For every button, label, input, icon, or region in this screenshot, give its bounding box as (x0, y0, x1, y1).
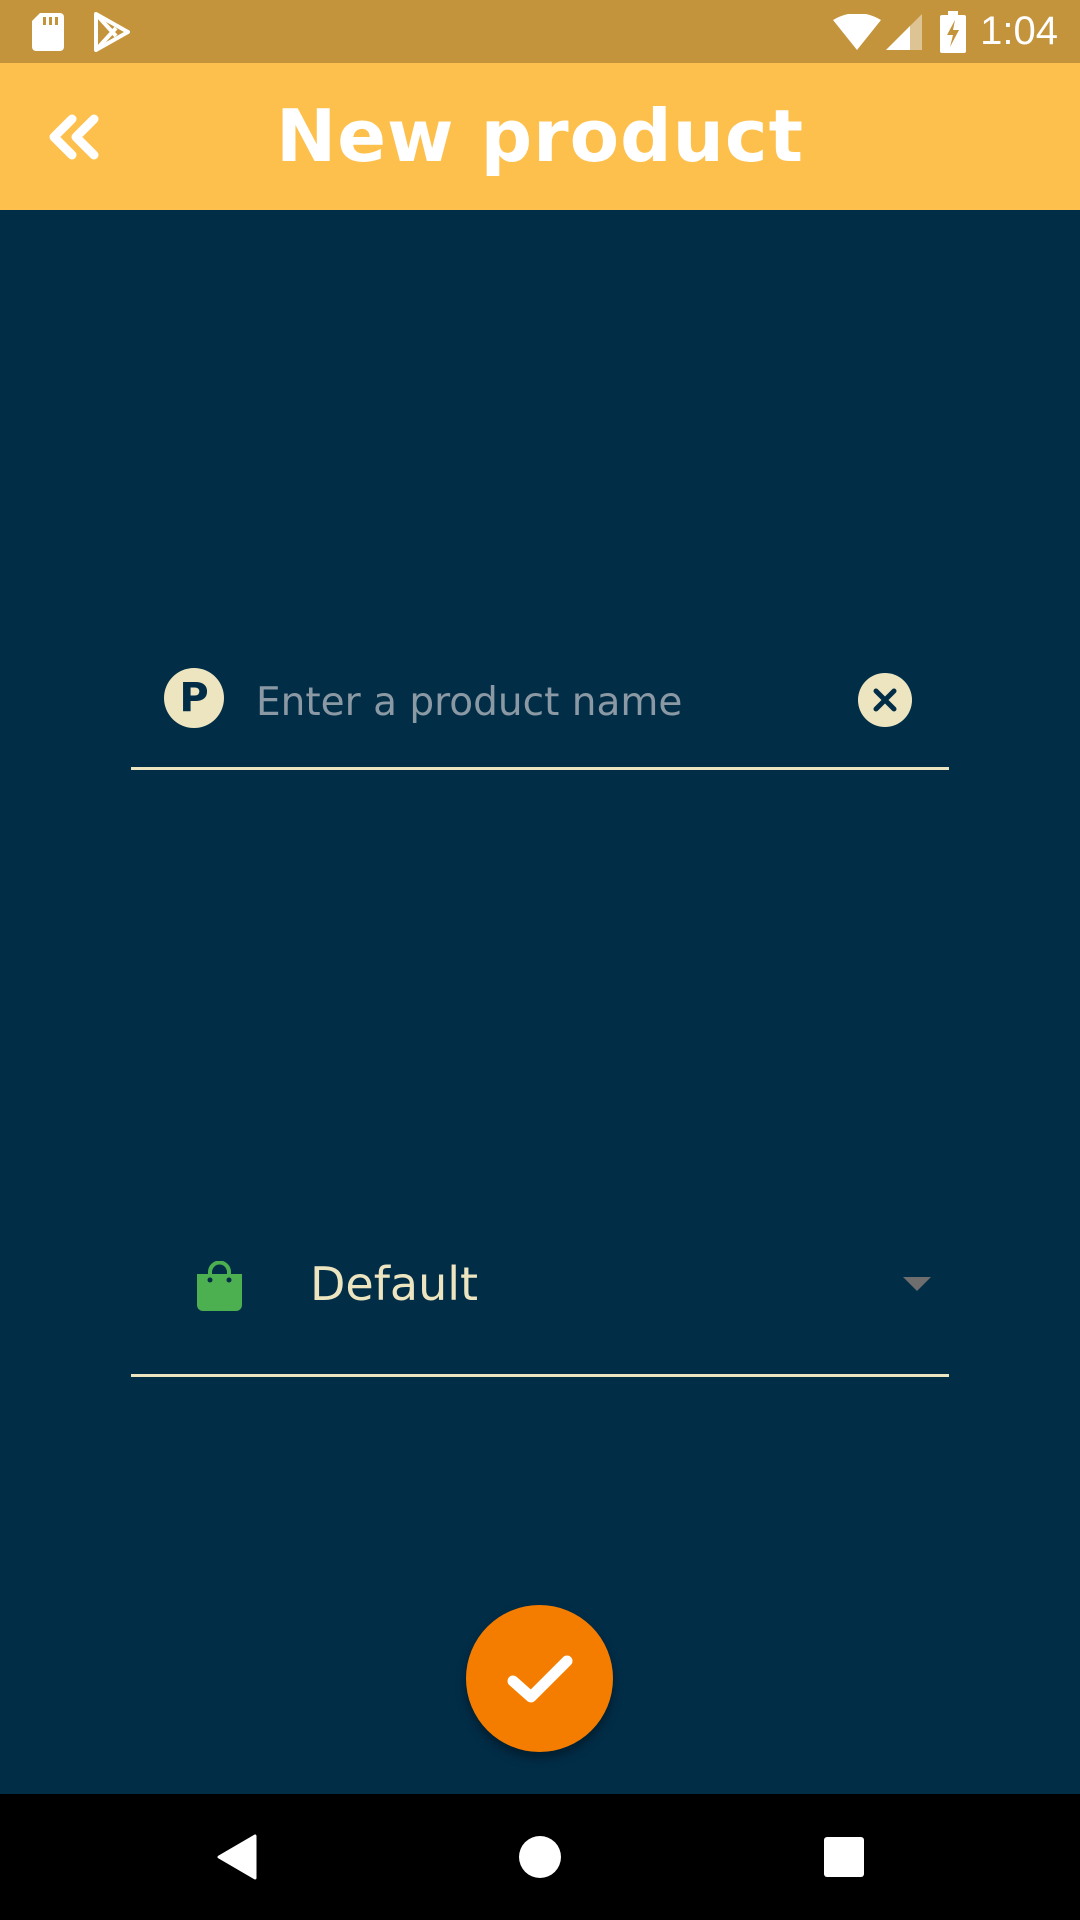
category-dropdown[interactable]: Default (131, 1235, 949, 1379)
product-name-field: P (131, 640, 956, 770)
product-name-input[interactable] (256, 662, 956, 742)
recents-square-icon (824, 1837, 864, 1877)
signal-icon (884, 0, 924, 63)
wifi-icon (832, 0, 882, 63)
double-chevron-left-icon (49, 114, 99, 160)
sd-card-icon (30, 0, 66, 63)
checkmark-icon (507, 1655, 572, 1702)
page-title: New product (275, 94, 805, 178)
clear-circle-icon (873, 688, 897, 712)
status-bar: 1:04 (0, 0, 1080, 63)
confirm-button[interactable] (466, 1605, 613, 1752)
dropdown-arrow-icon (903, 1277, 931, 1291)
p-circle-icon: P (164, 668, 224, 728)
app-bar: New product (0, 63, 1080, 210)
shopping-bag-icon (197, 1260, 242, 1311)
back-button[interactable] (36, 101, 112, 173)
category-selected-value: Default (310, 1257, 479, 1311)
play-store-icon (92, 0, 132, 63)
nav-recents-button[interactable] (784, 1794, 904, 1920)
back-triangle-icon (217, 1834, 257, 1880)
category-underline (131, 1374, 949, 1377)
screen: 1:04 New product P Enter a product name … (0, 0, 1080, 1920)
status-time: 1:04 (980, 9, 1058, 53)
product-name-underline (131, 767, 949, 770)
clear-button[interactable] (858, 673, 912, 727)
navigation-bar (0, 1794, 1080, 1920)
nav-home-button[interactable] (480, 1794, 600, 1920)
nav-back-button[interactable] (176, 1794, 296, 1920)
battery-charging-icon (938, 0, 968, 63)
home-circle-icon (519, 1836, 561, 1878)
